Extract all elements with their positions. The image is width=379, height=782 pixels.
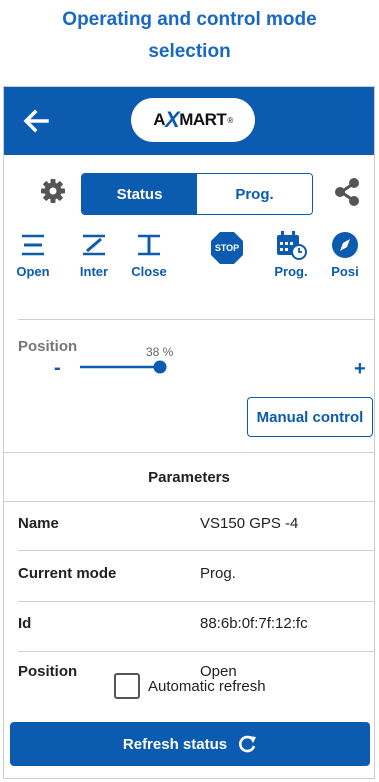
checkbox-box[interactable] [114,673,140,699]
valve-close-icon [138,234,160,256]
gear-icon[interactable] [40,178,66,204]
param-key-position: Position [18,663,78,680]
mode-open-label: Open [16,264,50,279]
parameters-title: Parameters [148,469,230,486]
divider [18,550,374,551]
refresh-status-label: Refresh status [122,735,228,753]
arrow-left-icon[interactable] [18,103,54,139]
svg-text:STOP: STOP [215,243,239,253]
param-value-name: VS150 GPS -4 [200,515,299,532]
mode-inter-button[interactable]: Inter [71,230,117,290]
heading-line-1: Operating and control mode [62,9,317,30]
position-slider[interactable] [76,359,262,375]
phone-screen: A X MART ® Status Prog. Open Inter Close… [3,86,375,779]
mode-prog-label: Prog. [274,264,308,279]
manual-control-button[interactable]: Manual control [247,397,373,437]
mode-inter-label: Inter [79,264,109,279]
tab-prog[interactable]: Prog. [197,174,312,214]
mode-posi-button[interactable]: Posi [322,230,368,290]
divider [18,319,374,320]
valve-open-icon [22,234,44,256]
mode-bar: Open Inter Close STOP Prog. Posi [4,230,374,290]
param-value-id: 88:6b:0f:7f:12:fc [200,615,308,632]
automatic-refresh-label: Automatic refresh [148,677,266,695]
mode-close-button[interactable]: Close [126,230,172,290]
refresh-status-button[interactable]: Refresh status [10,722,370,766]
position-label: Position [18,338,78,355]
calendar-clock-icon [277,231,307,260]
refresh-icon [239,735,257,753]
view-toggle: Status Prog. [81,173,313,215]
mode-prog-button[interactable]: Prog. [268,230,314,290]
brand-logo: A X MART ® [131,98,255,142]
mode-open-button[interactable]: Open [10,230,56,290]
param-key-name: Name [18,515,59,532]
divider [4,452,374,453]
tab-status[interactable]: Status [82,174,197,214]
mode-posi-label: Posi [331,264,359,279]
param-key-id: Id [18,615,32,632]
valve-inter-icon [83,234,105,256]
compass-icon [332,232,358,258]
param-key-current-mode: Current mode [18,565,117,582]
position-increase-button[interactable]: + [354,358,366,381]
slider-thumb[interactable] [153,360,167,374]
position-decrease-button[interactable]: - [54,357,61,380]
share-icon[interactable] [332,177,362,207]
mode-close-label: Close [131,264,167,279]
heading-line-2: selection [148,41,231,62]
page-heading: Operating and control mode selection [0,4,379,68]
param-value-current-mode: Prog. [200,565,236,582]
top-bar: A X MART ® [4,87,374,155]
divider [18,601,374,602]
position-percent: 38 % [146,345,174,359]
mode-stop-button[interactable]: STOP [204,230,250,290]
divider [18,651,374,652]
divider [4,501,374,502]
stop-icon: STOP [211,232,243,264]
automatic-refresh-checkbox[interactable]: Automatic refresh [114,673,266,699]
